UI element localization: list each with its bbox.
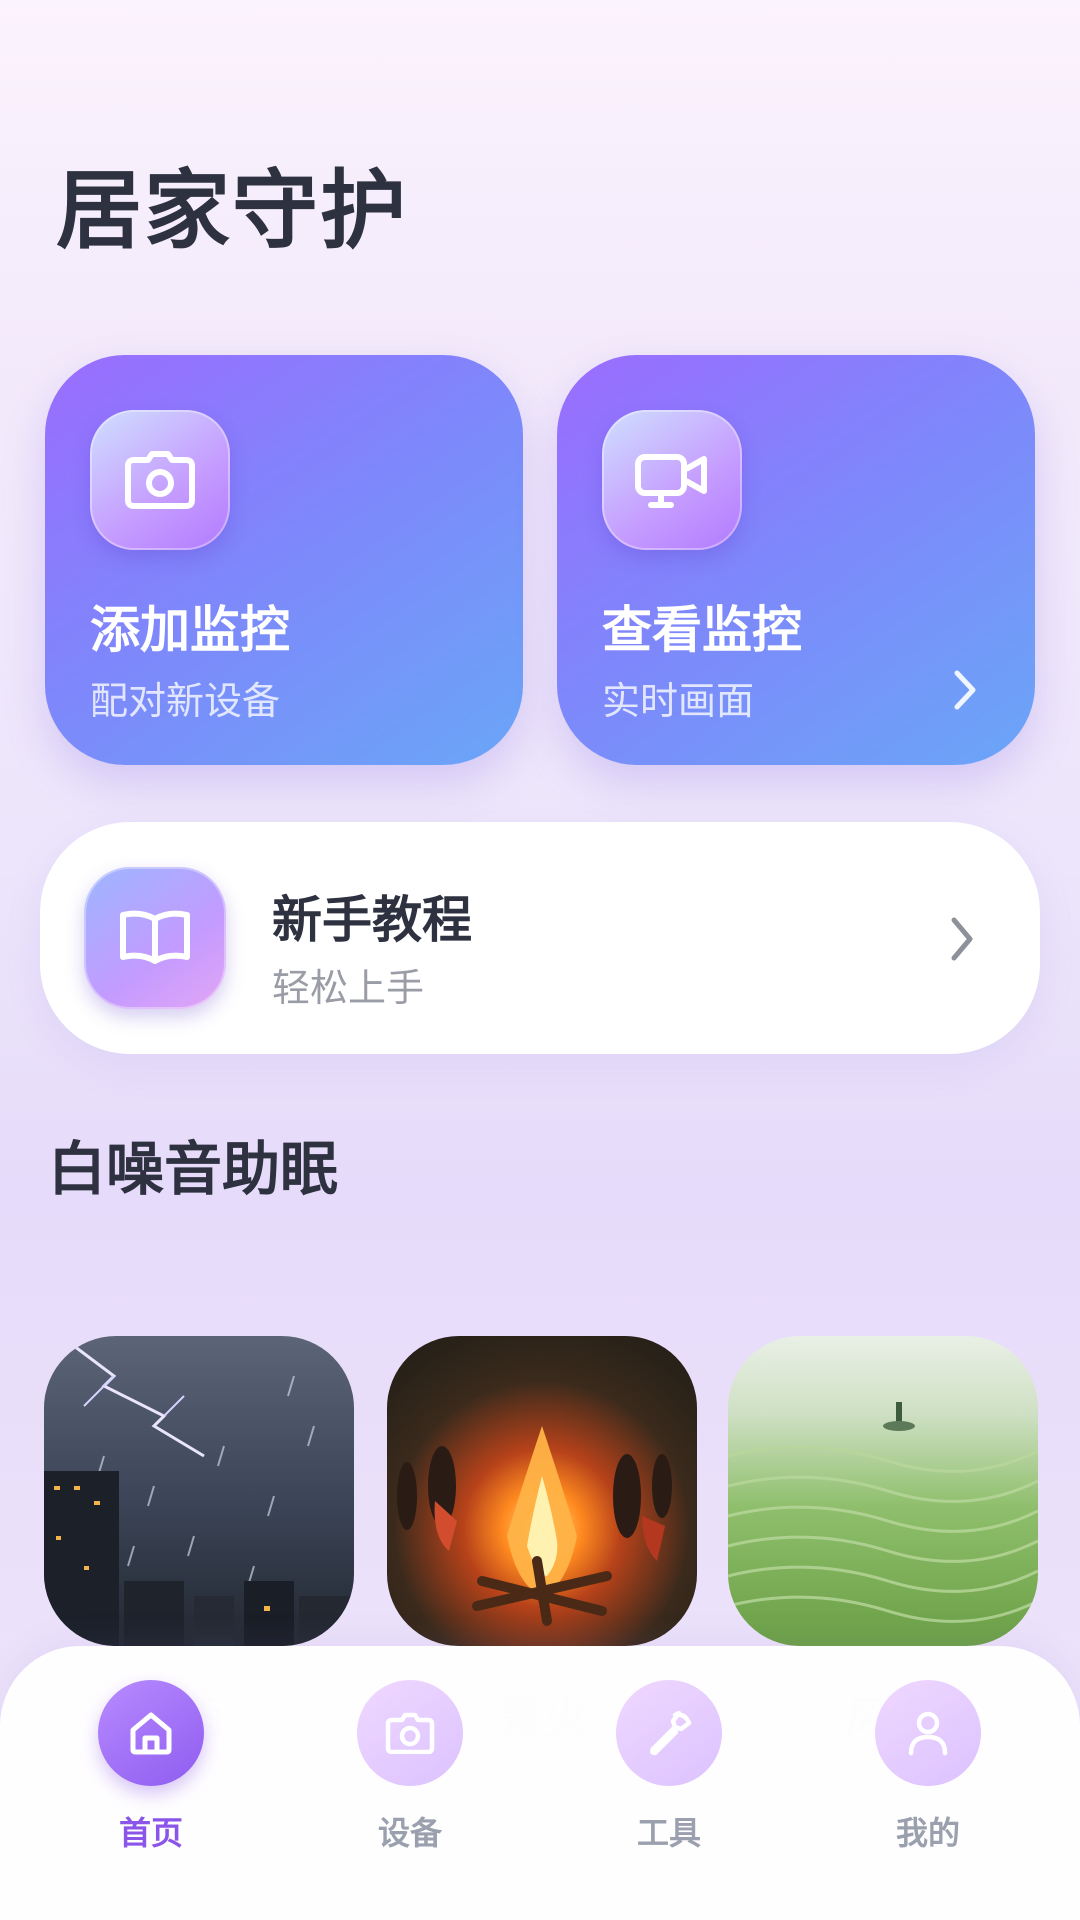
- camera-icon: [90, 410, 230, 550]
- tutorial-title: 新手教程: [272, 891, 472, 949]
- tab-home[interactable]: 首页: [76, 1680, 226, 1880]
- tab-profile[interactable]: 我的: [853, 1680, 1003, 1880]
- bonfire-thumbnail[interactable]: [387, 1336, 697, 1646]
- camera-icon: [357, 1680, 463, 1786]
- wind-field-thumbnail[interactable]: [728, 1336, 1038, 1646]
- tab-profile-label: 我的: [895, 1814, 960, 1852]
- tab-tools-label: 工具: [636, 1814, 701, 1852]
- chevron-right-icon: [951, 917, 973, 961]
- page-title: 居家守护: [56, 161, 408, 261]
- view-monitor-subtitle: 实时画面: [602, 679, 755, 723]
- wrench-icon: [616, 1680, 722, 1786]
- bottom-tab-bar: 首页 设备 工具 我的: [0, 1646, 1080, 1920]
- tab-home-label: 首页: [118, 1814, 183, 1852]
- view-monitor-card[interactable]: 查看监控 实时画面: [557, 355, 1035, 765]
- tab-devices[interactable]: 设备: [335, 1680, 485, 1880]
- add-monitor-title: 添加监控: [90, 601, 290, 659]
- video-camera-icon: [602, 410, 742, 550]
- home-icon: [98, 1680, 204, 1786]
- user-icon: [875, 1680, 981, 1786]
- view-monitor-title: 查看监控: [602, 601, 802, 659]
- add-monitor-subtitle: 配对新设备: [90, 679, 281, 723]
- add-monitor-card[interactable]: 添加监控 配对新设备: [45, 355, 523, 765]
- tutorial-subtitle: 轻松上手: [272, 966, 425, 1010]
- chevron-right-icon: [954, 670, 976, 710]
- tutorial-card[interactable]: 新手教程 轻松上手: [40, 822, 1040, 1054]
- tab-devices-label: 设备: [377, 1814, 442, 1852]
- book-icon: [84, 867, 226, 1009]
- tab-tools[interactable]: 工具: [594, 1680, 744, 1880]
- thunderstorm-thumbnail[interactable]: [44, 1336, 354, 1646]
- white-noise-title: 白噪音助眠: [48, 1135, 339, 1203]
